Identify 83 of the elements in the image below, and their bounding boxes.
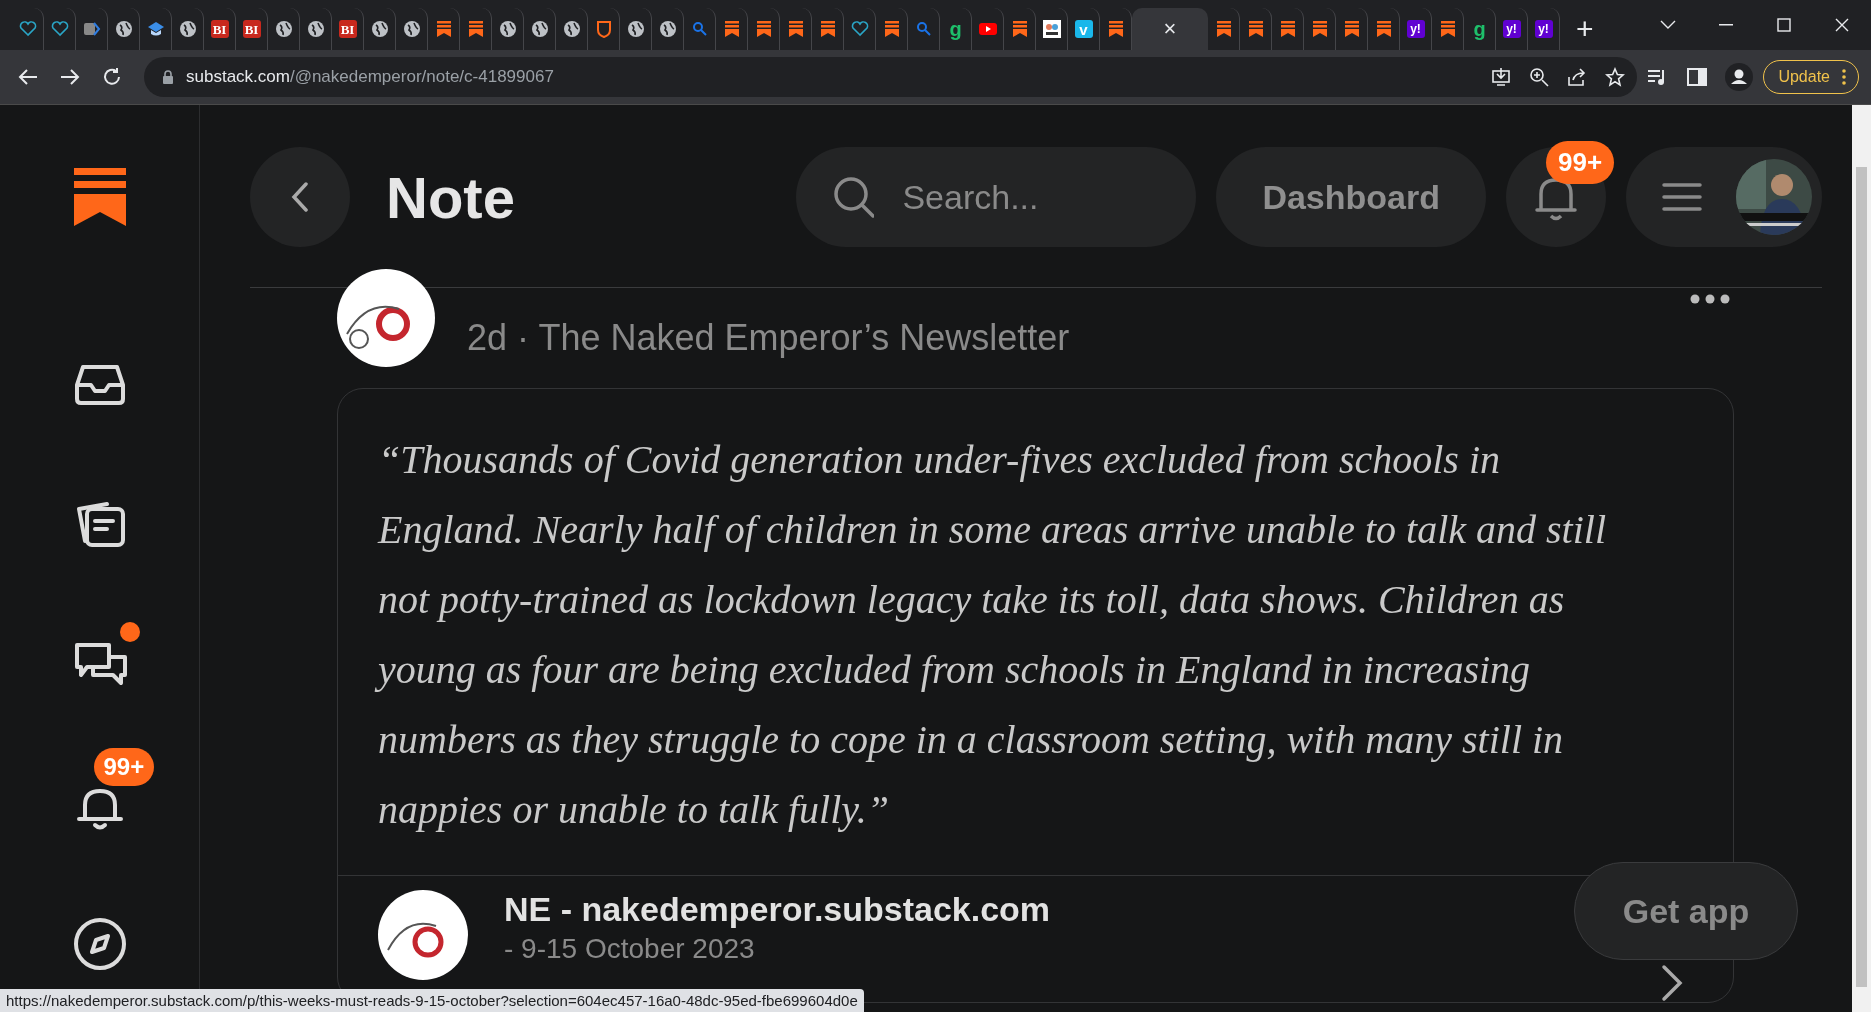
share-icon[interactable]	[1567, 67, 1588, 87]
link-title[interactable]: NE - nakedemperor.substack.com	[504, 890, 1051, 929]
globe-icon	[498, 20, 517, 38]
logo-icon: BI	[338, 20, 357, 38]
minimize-icon[interactable]	[1719, 24, 1733, 26]
chevron-right-icon[interactable]	[1661, 964, 1683, 1002]
search-field[interactable]: Search...	[796, 147, 1197, 247]
url-text: substack.com/@nakedemperor/note/c-41899067	[186, 67, 554, 87]
substack-icon	[1374, 20, 1393, 38]
substack-icon	[1342, 20, 1361, 38]
search-input[interactable]: Search...	[900, 176, 1161, 218]
zoom-icon[interactable]	[1529, 67, 1550, 87]
globe-icon	[274, 20, 293, 38]
logo-icon: BI	[210, 20, 229, 38]
chevron-down-icon[interactable]	[1660, 20, 1676, 30]
dashboard-button[interactable]: Dashboard	[1216, 147, 1486, 247]
menu-icon	[1662, 182, 1702, 212]
more-icon	[1842, 69, 1846, 85]
logo-icon: BI	[242, 20, 261, 38]
substack-icon	[1278, 20, 1297, 38]
substack-icon	[434, 20, 453, 38]
substack-icon	[1438, 20, 1457, 38]
substack-icon	[1214, 20, 1233, 38]
substack-icon	[786, 20, 805, 38]
new-tab-button[interactable]: +	[1576, 14, 1594, 44]
globe-icon	[402, 20, 421, 38]
logo-icon: y!	[1534, 20, 1553, 38]
logo-icon: g	[946, 20, 965, 38]
chevron-left-icon	[291, 182, 309, 212]
substack-icon	[722, 20, 741, 38]
reload-icon[interactable]	[102, 67, 122, 87]
heart-icon	[18, 20, 37, 38]
substack-icon	[466, 20, 485, 38]
install-icon[interactable]	[1491, 67, 1512, 87]
logo-icon: v	[1074, 20, 1093, 38]
globe-icon	[114, 20, 133, 38]
substack-icon	[882, 20, 901, 38]
address-bar[interactable]: substack.com/@nakedemperor/note/c-41899067	[144, 57, 1638, 97]
search-icon	[832, 175, 875, 219]
link-subtitle: - 9-15 October 2023	[504, 933, 756, 965]
lock-icon	[162, 70, 174, 84]
search-icon	[690, 20, 709, 38]
star-icon[interactable]	[1605, 67, 1626, 87]
page-title: Note	[386, 163, 515, 231]
globe-icon	[178, 20, 197, 38]
notification-badge: 99+	[93, 748, 155, 787]
substack-logo[interactable]	[73, 168, 126, 226]
heart-icon	[50, 20, 69, 38]
globe-icon	[626, 20, 645, 38]
forward-icon[interactable]	[60, 68, 80, 86]
more-options-icon[interactable]	[1690, 294, 1730, 304]
substack-icon	[1106, 20, 1125, 38]
logo-icon: y!	[1502, 20, 1521, 38]
globe-icon	[658, 20, 677, 38]
maximize-icon[interactable]	[1777, 18, 1791, 32]
notification-badge: 99+	[1546, 141, 1615, 184]
search-icon	[914, 20, 933, 38]
substack-icon	[818, 20, 837, 38]
close-tab-button[interactable]: ×	[1163, 18, 1177, 40]
substack-icon	[1310, 20, 1329, 38]
post-meta: 2d · The Naked Emperor’s Newsletter	[467, 317, 1070, 359]
graduation-cap-icon	[146, 20, 165, 38]
shield-icon	[594, 20, 613, 38]
status-url: https://nakedemperor.substack.com/p/this-weeks-must-reads-9-15-october?selection=604ec457-16a0-48dc-95ed-fbe699604d0e	[0, 989, 864, 1012]
play-icon	[978, 20, 997, 38]
scrollbar[interactable]	[1852, 105, 1871, 1012]
profile-icon[interactable]	[1725, 63, 1754, 91]
globe-icon	[306, 20, 325, 38]
heart-icon	[850, 20, 869, 38]
side-panel-icon[interactable]	[1687, 68, 1708, 86]
logo-icon: g	[1470, 20, 1489, 38]
logo-icon: y!	[1406, 20, 1425, 38]
substack-icon	[1010, 20, 1029, 38]
arrow-icon	[82, 20, 101, 38]
back-icon[interactable]	[18, 68, 38, 86]
get-app-button[interactable]: Get app	[1574, 862, 1798, 960]
substack-icon	[1246, 20, 1265, 38]
substack-icon	[754, 20, 773, 38]
close-icon[interactable]	[1835, 18, 1849, 32]
browser-tab[interactable]: ×	[1132, 8, 1208, 50]
globe-icon	[530, 20, 549, 38]
globe-icon	[562, 20, 581, 38]
globe-icon	[370, 20, 389, 38]
